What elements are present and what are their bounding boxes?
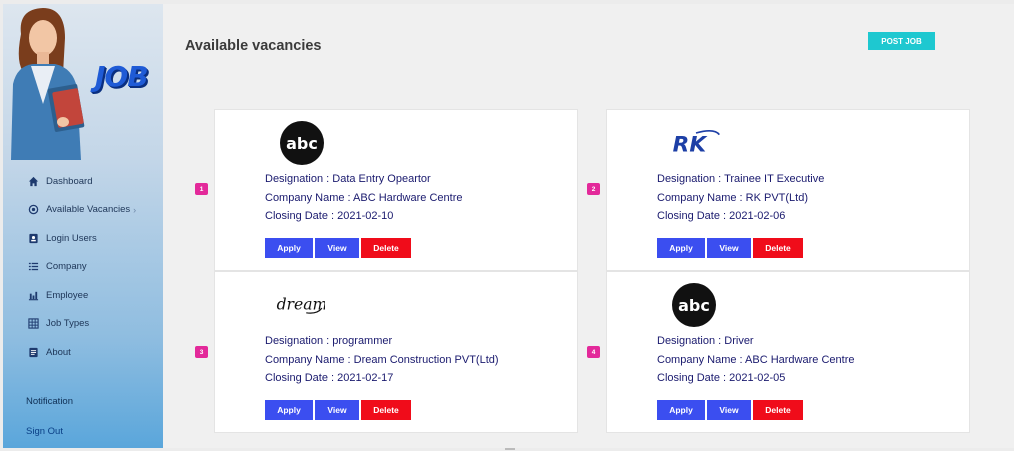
company-name-text: Company Name : ABC Hardware Centre	[265, 191, 463, 204]
sidebar-item-label: Job Types	[46, 318, 90, 330]
sidebar-item-label: Company	[46, 261, 87, 273]
card-actions: Apply View Delete	[265, 238, 411, 258]
designation-text: Designation : Driver	[657, 335, 754, 347]
app-window: JOB Dashboard Available Vacancies › Logi…	[3, 4, 1014, 448]
delete-button[interactable]: Delete	[753, 238, 803, 258]
vacancy-card: abc Designation : Driver Company Name : …	[606, 271, 970, 433]
closing-date-text: Closing Date : 2021-02-05	[657, 372, 786, 384]
card-actions: Apply View Delete	[657, 238, 803, 258]
view-button[interactable]: View	[315, 400, 359, 420]
delete-button[interactable]: Delete	[361, 400, 411, 420]
sidebar-item-company[interactable]: Company	[3, 253, 163, 282]
vacancy-index-badge: 4	[587, 346, 600, 358]
abc-logo: abc	[279, 120, 329, 166]
vacancy-card: abc Designation : Data Entry Opeartor Co…	[214, 109, 578, 271]
designation-text: Designation : Data Entry Opeartor	[265, 173, 431, 185]
vacancy-card: RK Designation : Trainee IT Executive Co…	[606, 109, 970, 271]
post-job-button[interactable]: POST JOB	[868, 32, 935, 50]
delete-button[interactable]: Delete	[753, 400, 803, 420]
company-name-text: Company Name : Dream Construction PVT(Lt…	[265, 353, 499, 366]
vacancy-details: Designation : Trainee IT Executive Compa…	[657, 170, 824, 226]
vacancy-index-badge: 3	[195, 346, 208, 358]
closing-date-text: Closing Date : 2021-02-06	[657, 210, 786, 222]
main-content: Available vacancies POST JOB 1 2 3 4 abc…	[163, 4, 1014, 448]
view-button[interactable]: View	[315, 238, 359, 258]
vacancy-card: dream Designation : programmer Company N…	[214, 271, 578, 433]
target-icon	[27, 204, 39, 216]
sidebar-item-about[interactable]: About	[3, 338, 163, 367]
sidebar-item-label: Dashboard	[46, 175, 93, 187]
card-actions: Apply View Delete	[265, 400, 411, 420]
svg-text:abc: abc	[286, 134, 318, 153]
company-name-text: Company Name : RK PVT(Ltd)	[657, 191, 808, 204]
apply-button[interactable]: Apply	[657, 238, 705, 258]
vacancy-details: Designation : Driver Company Name : ABC …	[657, 332, 854, 388]
home-icon	[27, 175, 39, 187]
user-card-icon	[27, 232, 39, 244]
sidebar: JOB Dashboard Available Vacancies › Logi…	[3, 4, 163, 448]
document-icon	[27, 346, 39, 358]
scrollbar-handle[interactable]	[505, 448, 515, 450]
company-name-text: Company Name : ABC Hardware Centre	[657, 353, 855, 366]
apply-button[interactable]: Apply	[265, 400, 313, 420]
sidebar-item-employee[interactable]: Employee	[3, 281, 163, 310]
sign-out-link[interactable]: Sign Out	[26, 426, 63, 437]
job-logo: JOB	[95, 60, 149, 93]
apply-button[interactable]: Apply	[657, 400, 705, 420]
closing-date-text: Closing Date : 2021-02-17	[265, 372, 394, 384]
sidebar-item-label: Login Users	[46, 232, 97, 244]
svg-text:RK: RK	[673, 132, 709, 157]
apply-button[interactable]: Apply	[265, 238, 313, 258]
sidebar-item-label: About	[46, 346, 71, 358]
view-button[interactable]: View	[707, 238, 751, 258]
vacancy-index-badge: 1	[195, 183, 208, 195]
vacancy-details: Designation : Data Entry Opeartor Compan…	[265, 170, 462, 226]
list-icon	[27, 261, 39, 273]
grid-icon	[27, 318, 39, 330]
sidebar-item-dashboard[interactable]: Dashboard	[3, 167, 163, 196]
abc-logo: abc	[671, 282, 721, 328]
sidebar-item-job-types[interactable]: Job Types	[3, 310, 163, 339]
rk-logo: RK	[671, 120, 721, 166]
view-button[interactable]: View	[707, 400, 751, 420]
svg-text:abc: abc	[678, 296, 710, 315]
bar-chart-icon	[27, 289, 39, 301]
sidebar-item-label: Available Vacancies	[46, 204, 131, 216]
chevron-right-icon: ›	[133, 204, 137, 215]
card-actions: Apply View Delete	[657, 400, 803, 420]
dream-logo: dream	[275, 282, 325, 328]
vacancy-index-badge: 2	[587, 183, 600, 195]
delete-button[interactable]: Delete	[361, 238, 411, 258]
sidebar-item-available-vacancies[interactable]: Available Vacancies ›	[3, 196, 163, 225]
designation-text: Designation : programmer	[265, 335, 393, 347]
sidebar-item-label: Employee	[46, 289, 89, 301]
closing-date-text: Closing Date : 2021-02-10	[265, 210, 394, 222]
sidebar-nav: Dashboard Available Vacancies › Login Us…	[3, 167, 163, 367]
hero-banner: JOB	[3, 4, 163, 160]
vacancy-details: Designation : programmer Company Name : …	[265, 332, 499, 388]
notification-link[interactable]: Notification	[26, 396, 73, 407]
sidebar-item-login-users[interactable]: Login Users	[3, 224, 163, 253]
designation-text: Designation : Trainee IT Executive	[657, 173, 825, 185]
page-title: Available vacancies	[185, 38, 322, 54]
